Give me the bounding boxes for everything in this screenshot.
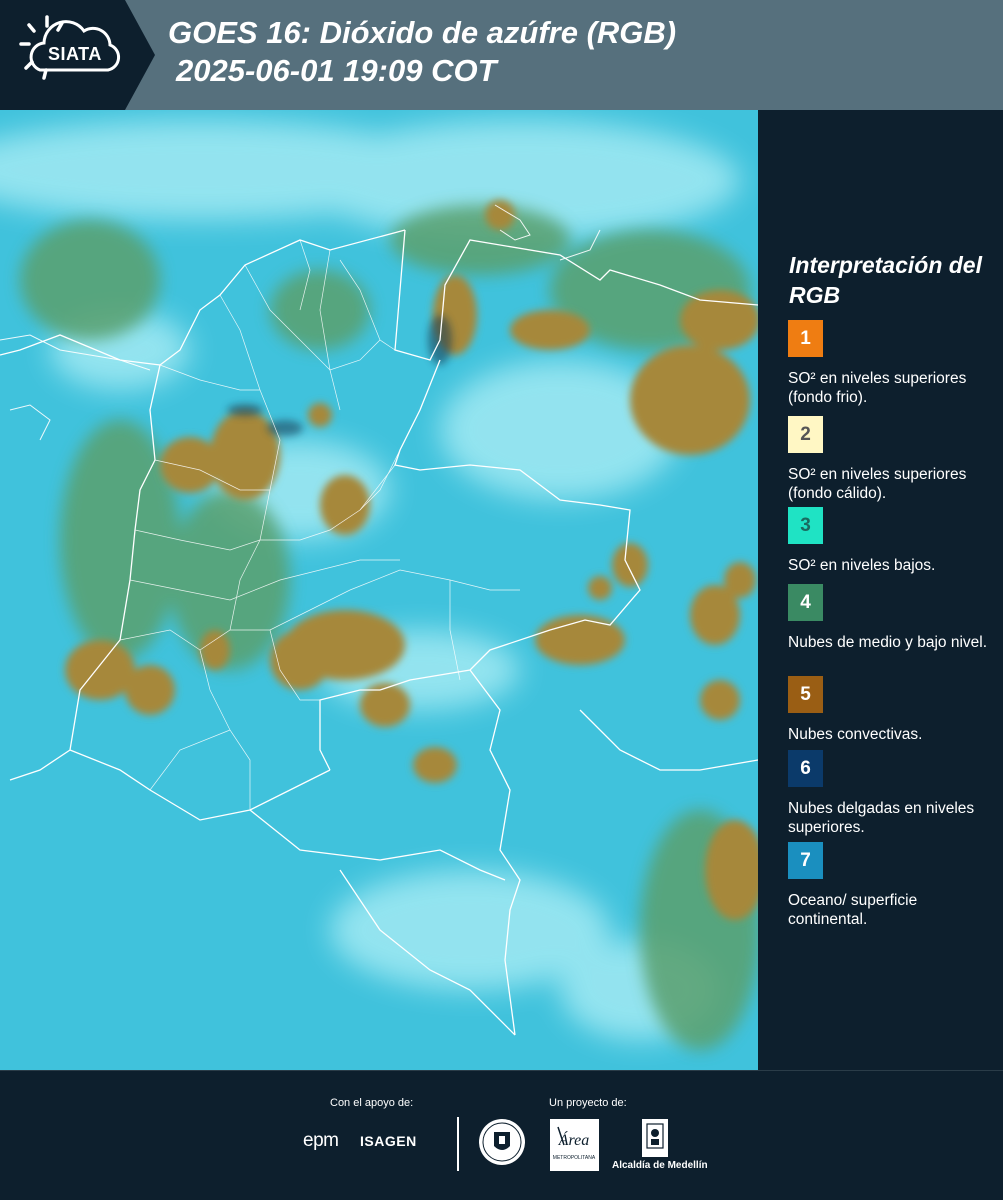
legend-swatch-4: 4 xyxy=(788,584,823,621)
medellin-seal-icon xyxy=(478,1118,526,1171)
alcaldia-label: Alcaldía de Medellín xyxy=(612,1160,708,1171)
legend-number: 2 xyxy=(800,423,811,445)
legend-swatch-3: 3 xyxy=(788,507,823,544)
legend-number: 5 xyxy=(800,683,811,705)
legend-label: Nubes convectivas. xyxy=(788,726,923,743)
legend-item-5: 5 Nubes convectivas. xyxy=(788,676,988,744)
legend-label: SO² en niveles superiores (fondo cálido)… xyxy=(788,466,967,502)
footer-divider xyxy=(457,1117,459,1171)
epm-logo: epm xyxy=(303,1130,339,1151)
legend-swatch-7: 7 xyxy=(788,842,823,879)
legend-label: SO² en niveles bajos. xyxy=(788,557,936,574)
siata-logo-text: SIATA xyxy=(48,44,102,64)
legend-item-4: 4 Nubes de medio y bajo nivel. xyxy=(788,584,988,652)
satellite-map[interactable] xyxy=(0,110,758,1070)
legend-item-6: 6 Nubes delgadas en niveles superiores. xyxy=(788,750,988,837)
legend-title: Interpretación del RGB xyxy=(789,252,982,308)
title-product: GOES 16: Dióxido de azúfre (RGB) xyxy=(168,15,677,50)
legend-swatch-6: 6 xyxy=(788,750,823,787)
legend-number: 3 xyxy=(800,514,811,536)
legend-item-1: 1 SO² en niveles superiores (fondo frio)… xyxy=(788,320,988,407)
area-metropolitana-logo: Área METROPOLITANA xyxy=(550,1119,599,1171)
legend-item-7: 7 Oceano/ superficie continental. xyxy=(788,842,988,929)
legend-swatch-2: 2 xyxy=(788,416,823,453)
area-subtext: METROPOLITANA xyxy=(553,1155,596,1161)
legend-label: SO² en niveles superiores (fondo frio). xyxy=(788,370,967,406)
legend-label: Nubes delgadas en niveles superiores. xyxy=(788,800,975,836)
legend-number: 7 xyxy=(800,849,811,871)
legend-swatch-1: 1 xyxy=(788,320,823,357)
project-label: Un proyecto de: xyxy=(549,1097,627,1109)
legend-number: 1 xyxy=(800,327,811,349)
page-title: GOES 16: Dióxido de azúfre (RGB) 2025-06… xyxy=(168,14,676,90)
legend-item-2: 2 SO² en niveles superiores (fondo cálid… xyxy=(788,416,988,503)
legend-panel: Interpretación del RGB 1 SO² en niveles … xyxy=(760,110,1003,1070)
satellite-map-image xyxy=(0,110,758,1070)
alcaldia-shield-icon xyxy=(640,1119,670,1164)
isagen-logo: ISAGEN xyxy=(360,1133,417,1149)
legend-number: 4 xyxy=(800,591,811,613)
title-timestamp: 2025-06-01 19:09 COT xyxy=(176,53,497,88)
legend-swatch-5: 5 xyxy=(788,676,823,713)
legend-number: 6 xyxy=(800,757,811,779)
footer: Con el apoyo de: Un proyecto de: epm ISA… xyxy=(0,1070,1003,1200)
legend-item-3: 3 SO² en niveles bajos. xyxy=(788,507,988,575)
legend-label: Nubes de medio y bajo nivel. xyxy=(788,634,988,651)
header: SIATA GOES 16: Dióxido de azúfre (RGB) 2… xyxy=(0,0,1003,110)
legend-label: Oceano/ superficie continental. xyxy=(788,892,918,928)
support-label: Con el apoyo de: xyxy=(330,1097,414,1109)
